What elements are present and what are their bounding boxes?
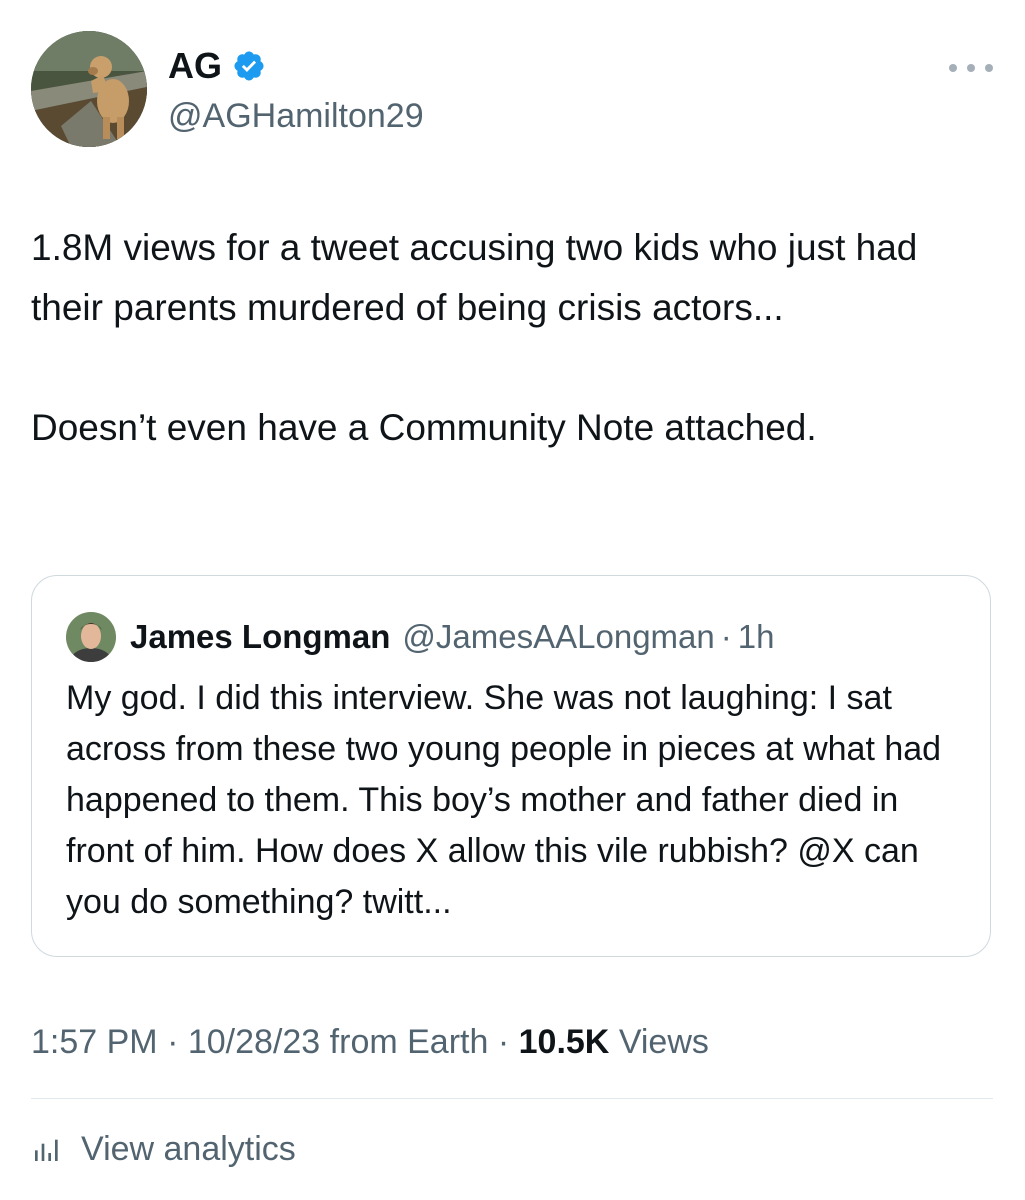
quoted-author-avatar[interactable] — [66, 612, 116, 662]
views-label: Views — [618, 1023, 709, 1061]
quoted-author-name[interactable]: James Longman — [130, 618, 390, 656]
view-analytics-label[interactable]: View analytics — [81, 1127, 296, 1171]
tweet-detail: AG @AGHamilton29 1.8M views for a tweet … — [0, 0, 1025, 1200]
tweet-paragraph: Doesn’t even have a Community Note attac… — [31, 407, 817, 448]
dog-photo-icon — [31, 31, 147, 147]
quoted-tweet-text: My god. I did this interview. She was no… — [66, 679, 942, 921]
tweet-paragraph: 1.8M views for a tweet accusing two kids… — [31, 227, 918, 328]
author-display-name[interactable]: AG — [168, 44, 222, 88]
views-count: 10.5K — [518, 1023, 610, 1061]
divider — [31, 1098, 993, 1099]
quoted-author-handle[interactable]: @JamesAALongman — [402, 618, 714, 656]
analytics-bars-icon — [35, 1139, 58, 1161]
author-display-name-row[interactable]: AG — [168, 44, 266, 88]
tweet-date[interactable]: 10/28/23 — [188, 1023, 320, 1061]
tweet-source: from Earth — [329, 1023, 489, 1061]
quoted-tweet-header: James Longman @JamesAALongman · 1h — [66, 612, 774, 662]
author-handle[interactable]: @AGHamilton29 — [168, 95, 424, 137]
view-analytics-link[interactable]: View analytics — [31, 1127, 296, 1171]
quoted-tweet-card[interactable]: James Longman @JamesAALongman · 1h My go… — [31, 575, 991, 957]
tweet-time[interactable]: 1:57 PM — [31, 1023, 158, 1061]
author-avatar[interactable] — [31, 31, 147, 147]
tweet-text: 1.8M views for a tweet accusing two kids… — [31, 218, 991, 458]
quoted-tweet-time[interactable]: 1h — [738, 618, 775, 656]
tweet-meta: 1:57 PM · 10/28/23 from Earth · 10.5K Vi… — [31, 1020, 709, 1064]
more-options-icon[interactable] — [949, 58, 993, 78]
separator-dot: · — [497, 1023, 510, 1061]
separator-dot: · — [167, 1023, 179, 1061]
person-photo-icon — [66, 612, 116, 662]
separator-dot: · — [720, 618, 732, 655]
verified-badge-icon — [234, 51, 264, 81]
